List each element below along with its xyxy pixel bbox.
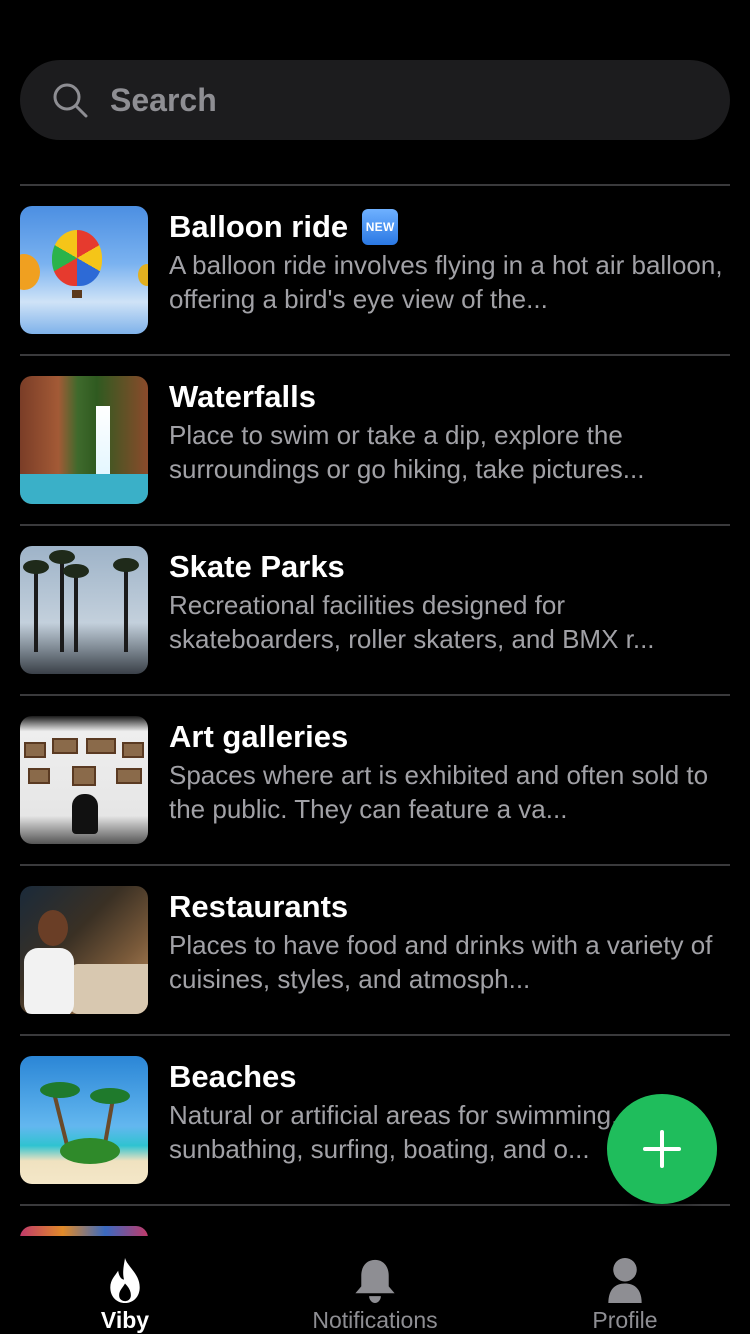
item-description: Recreational facilities designed for ska… xyxy=(169,590,655,654)
tab-label: Viby xyxy=(100,1307,150,1333)
waterfalls-thumbnail xyxy=(20,376,148,504)
balloon-ride-thumbnail xyxy=(20,206,148,334)
tab-label: Notifications xyxy=(312,1307,438,1333)
tab-bar: Viby Notifications Profile xyxy=(0,1236,750,1334)
item-title: Art galleries xyxy=(169,719,349,754)
list-item-skate-parks[interactable]: Skate Parks Recreational facilities desi… xyxy=(20,524,730,694)
item-title: Restaurants xyxy=(169,889,349,924)
tab-profile[interactable]: Profile xyxy=(500,1236,750,1334)
restaurants-thumbnail xyxy=(20,886,148,1014)
list-item-partial[interactable] xyxy=(20,1204,730,1236)
item-description: Place to swim or take a dip, explore the… xyxy=(169,420,645,484)
item-title: Waterfalls xyxy=(169,379,317,414)
skate-parks-thumbnail xyxy=(20,546,148,674)
tab-notifications[interactable]: Notifications xyxy=(250,1236,500,1334)
item-title: Skate Parks xyxy=(169,549,345,584)
list-item-art-galleries[interactable]: Art galleries Spaces where art is exhibi… xyxy=(20,694,730,864)
bell-icon xyxy=(355,1259,395,1304)
category-list[interactable]: Balloon ride NEW A balloon ride involves… xyxy=(20,184,730,1236)
new-badge: NEW xyxy=(362,209,399,245)
search-icon xyxy=(53,83,88,118)
add-button[interactable] xyxy=(607,1094,717,1204)
list-item-balloon-ride[interactable]: Balloon ride NEW A balloon ride involves… xyxy=(20,184,730,354)
item-description: Spaces where art is exhibited and often … xyxy=(169,760,709,824)
item-description: A balloon ride involves flying in a hot … xyxy=(169,250,723,314)
search-bar[interactable] xyxy=(20,60,730,140)
item-title: Beaches xyxy=(169,1059,297,1094)
search-input[interactable] xyxy=(110,81,670,119)
art-galleries-thumbnail xyxy=(20,716,148,844)
list-item-restaurants[interactable]: Restaurants Places to have food and drin… xyxy=(20,864,730,1034)
item-description: Places to have food and drinks with a va… xyxy=(169,930,713,994)
plus-icon xyxy=(643,1130,681,1168)
item-title: Balloon ride xyxy=(169,209,349,244)
tab-label: Profile xyxy=(592,1307,658,1333)
list-item-waterfalls[interactable]: Waterfalls Place to swim or take a dip, … xyxy=(20,354,730,524)
partial-thumbnail xyxy=(20,1226,148,1236)
person-icon xyxy=(608,1257,642,1304)
tab-viby[interactable]: Viby xyxy=(0,1236,250,1334)
flame-icon xyxy=(110,1257,140,1304)
beaches-thumbnail xyxy=(20,1056,148,1184)
